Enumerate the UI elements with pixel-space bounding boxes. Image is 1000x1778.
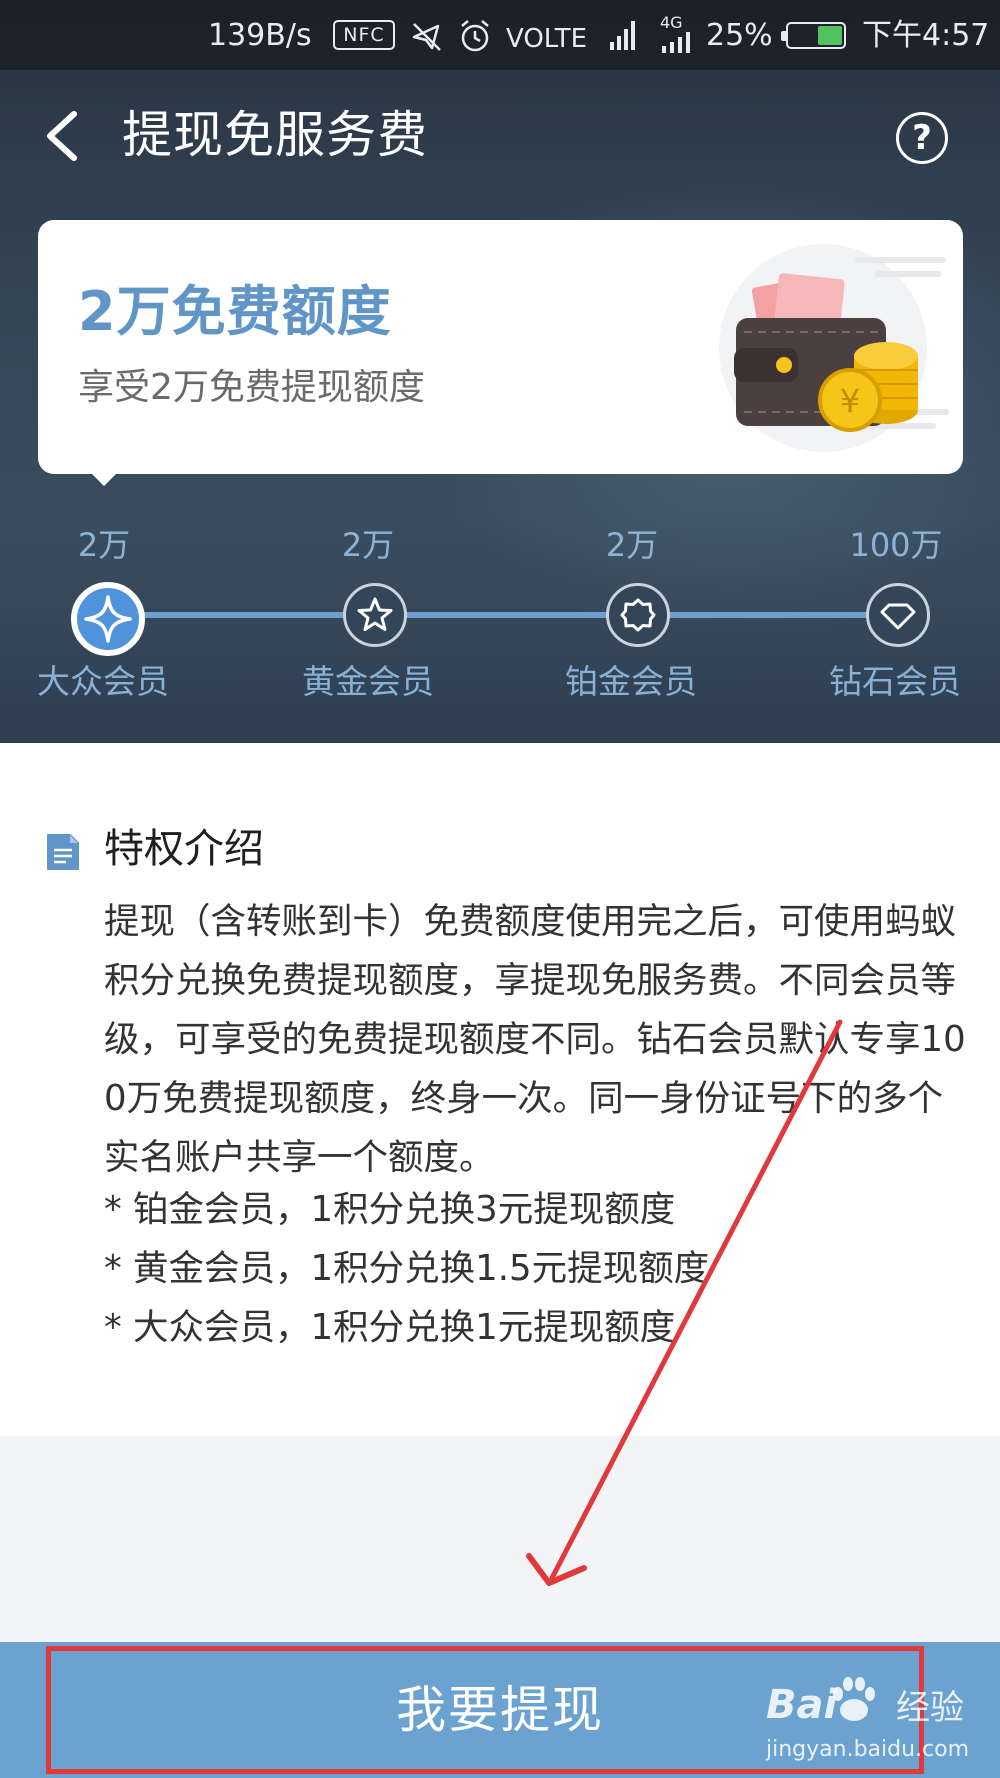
intro-heading: 特权介绍 [104, 826, 264, 872]
hero-header: 139B/s NFC VOLTE 4G 25% 下午4:57 提现免服务费 ? … [0, 0, 1000, 743]
level-name-platinum[interactable]: 铂金会员 [536, 654, 726, 710]
app-screen: 139B/s NFC VOLTE 4G 25% 下午4:57 提现免服务费 ? … [0, 0, 1000, 1778]
list-item: * 铂金会员，1积分兑换3元提现额度 [104, 1189, 676, 1230]
level-name-gold[interactable]: 黄金会员 [273, 654, 463, 710]
badge-icon [620, 598, 656, 632]
level-amount-platinum: 2万 [605, 526, 659, 564]
sparkle-icon [84, 595, 132, 643]
quota-card: 2万免费额度 享受2万免费提现额度 ¥ [38, 220, 963, 474]
level-node-diamond[interactable] [866, 583, 930, 647]
level-amount-gold: 2万 [341, 526, 395, 564]
page-title: 提现免服务费 [122, 106, 428, 164]
spacer-area [0, 1436, 1000, 1642]
quota-title: 2万免费额度 [78, 280, 392, 343]
mute-icon [412, 23, 441, 51]
level-track [108, 612, 898, 618]
level-name-mass[interactable]: 大众会员 [8, 654, 198, 710]
clock: 下午4:57 [862, 18, 990, 53]
quota-subtitle: 享受2万免费提现额度 [78, 367, 425, 408]
svg-text:¥: ¥ [840, 382, 860, 420]
list-item: * 大众会员，1积分兑换1元提现额度 [104, 1307, 676, 1348]
signal-4g-icon [662, 32, 690, 53]
diamond-icon [880, 603, 916, 630]
level-node-platinum[interactable] [606, 583, 670, 647]
list-item: * 黄金会员，1积分兑换1.5元提现额度 [104, 1248, 710, 1289]
star-icon [357, 597, 393, 631]
network-speed: 139B/s [208, 18, 312, 53]
battery-percent: 25% [706, 18, 773, 53]
intro-rate-list: * 铂金会员，1积分兑换3元提现额度 * 黄金会员，1积分兑换1.5元提现额度 … [104, 1180, 966, 1357]
battery-icon [781, 22, 846, 49]
signal-icon [610, 21, 635, 50]
back-chevron-icon[interactable] [40, 108, 88, 164]
nfc-badge: NFC [333, 20, 395, 50]
level-name-diamond[interactable]: 钻石会员 [800, 654, 990, 710]
intro-paragraph: 提现（含转账到卡）免费额度使用完之后，可使用蚂蚁积分兑换免费提现额度，享提现免服… [104, 901, 966, 1178]
network-type: 4G [660, 13, 683, 32]
help-button[interactable]: ? [896, 112, 948, 164]
withdraw-button[interactable]: 我要提现 [0, 1642, 1000, 1778]
document-icon [47, 834, 79, 870]
level-amount-mass: 2万 [77, 526, 131, 564]
level-node-gold[interactable] [343, 583, 407, 647]
level-amount-diamond: 100万 [849, 526, 943, 564]
status-bar: 139B/s NFC VOLTE 4G 25% 下午4:57 [0, 0, 1000, 70]
card-pointer [88, 470, 120, 486]
volte-label: VOLTE [506, 24, 588, 54]
wallet-coins-illustration: ¥ [719, 244, 949, 452]
alarm-icon [461, 20, 489, 52]
level-node-mass[interactable] [71, 582, 145, 656]
